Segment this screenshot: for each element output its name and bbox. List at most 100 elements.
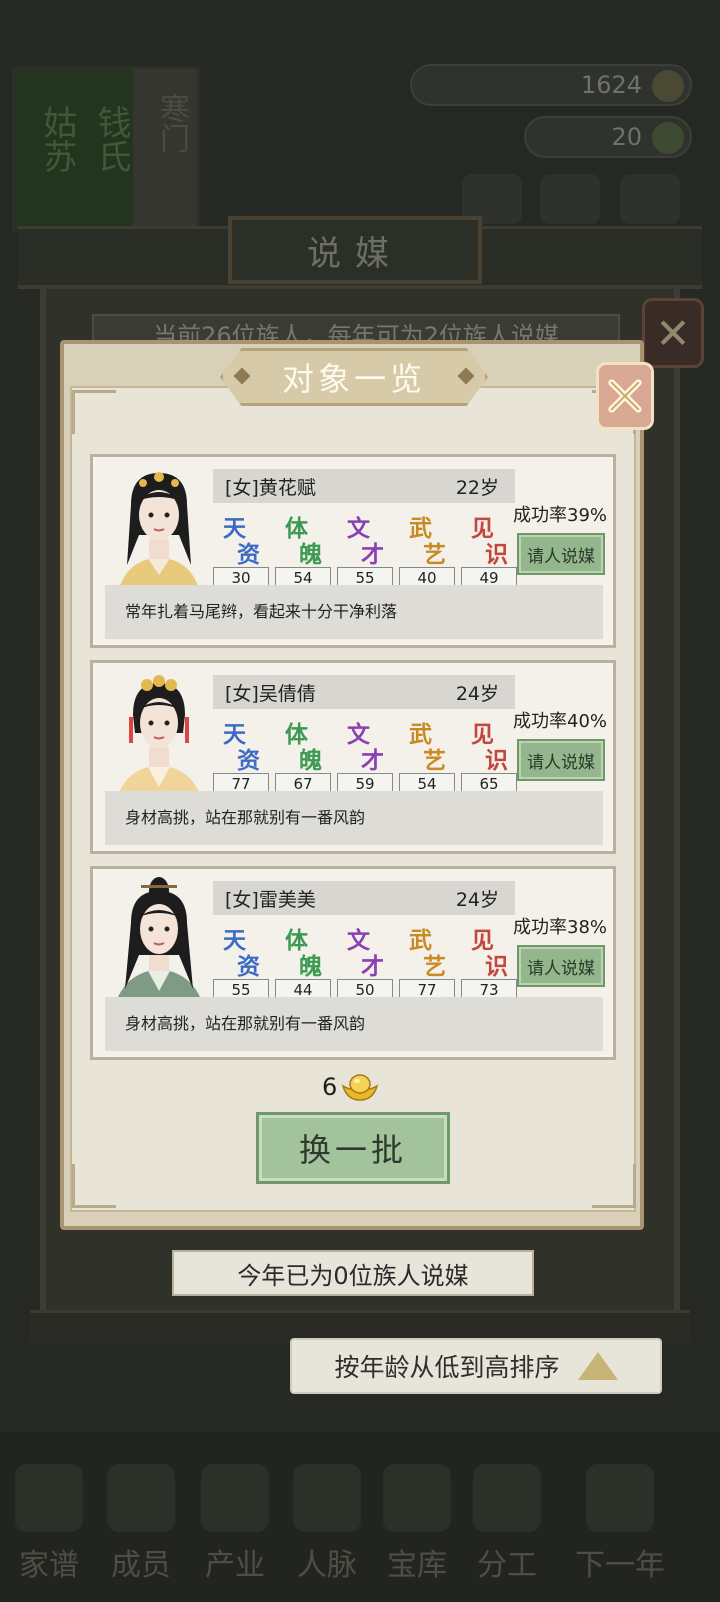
nav-property[interactable]: 产业 xyxy=(190,1464,280,1584)
nav-members-label: 成员 xyxy=(111,1548,171,1583)
stat-insight-label: 见识 xyxy=(471,515,508,568)
sort-ascending-icon xyxy=(577,1352,618,1380)
refresh-cost-value: 6 xyxy=(322,1073,338,1101)
nav-genealogy-label: 家谱 xyxy=(19,1548,79,1583)
genealogy-icon xyxy=(15,1464,83,1532)
candidate-card: [女]雷美美 24岁 天资 55 体魄 44 文才 50 武艺 77 见识 73… xyxy=(90,866,616,1060)
request-matchmaker-button[interactable]: 请人说媒 xyxy=(517,945,605,987)
stat-insight: 见识 49 xyxy=(461,509,517,587)
request-matchmaker-button[interactable]: 请人说媒 xyxy=(517,739,605,781)
refresh-cost: 6 xyxy=(322,1072,379,1102)
stat-literary-value: 59 xyxy=(337,773,393,793)
candidate-stats: 天资 30 体魄 54 文才 55 武艺 40 见识 49 xyxy=(213,509,517,587)
candidate-name: [女]黄花赋 xyxy=(225,476,316,499)
stat-martial-value: 54 xyxy=(399,773,455,793)
brush-icon[interactable] xyxy=(540,174,600,224)
candidate-description: 身材高挑，站在那就别有一番风韵 xyxy=(105,791,603,845)
candidate-card: [女]黄花赋 22岁 天资 30 体魄 54 文才 55 武艺 40 见识 49… xyxy=(90,454,616,648)
plaque-surname: 钱氏 xyxy=(91,105,131,173)
stat-talent-value: 30 xyxy=(213,567,269,587)
lantern-icon xyxy=(586,1464,654,1532)
gems-value: 1​624 xyxy=(580,71,642,99)
assignment-icon xyxy=(473,1464,541,1532)
candidate-name-bar: [女]黄花赋 22岁 xyxy=(213,469,515,503)
connections-icon xyxy=(293,1464,361,1532)
modal-title: 对象一览 xyxy=(220,348,488,406)
add-gold-icon[interactable] xyxy=(652,122,684,154)
refresh-batch-button[interactable]: 换一批 xyxy=(256,1112,450,1184)
request-matchmaker-button[interactable]: 请人说媒 xyxy=(517,533,605,575)
nav-treasury[interactable]: 宝库 xyxy=(372,1464,462,1584)
stat-insight-value: 73 xyxy=(461,979,517,999)
stat-literary-label: 文才 xyxy=(347,515,384,568)
stat-physique-value: 67 xyxy=(275,773,331,793)
stat-literary-label: 文才 xyxy=(347,721,384,774)
stat-talent-value: 55 xyxy=(213,979,269,999)
nav-next-year-label: 下一年 xyxy=(575,1548,665,1583)
gold-value: 20 xyxy=(611,123,642,151)
stat-martial: 武艺 40 xyxy=(399,509,455,587)
members-icon xyxy=(107,1464,175,1532)
stat-insight-value: 49 xyxy=(461,567,517,587)
stat-talent: 天资 77 xyxy=(213,715,269,793)
candidate-stats: 天资 77 体魄 67 文才 59 武艺 54 见识 65 xyxy=(213,715,517,793)
candidate-name-bar: [女]雷美美 24岁 xyxy=(213,881,515,915)
stat-talent-label: 天资 xyxy=(223,515,260,568)
gold-counter: 20 xyxy=(524,116,692,158)
stat-physique-value: 54 xyxy=(275,567,331,587)
nav-members[interactable]: 成员 xyxy=(96,1464,186,1584)
bottom-nav: 家谱 成员 产业 人脉 宝库 分工 下一年 xyxy=(0,1432,720,1602)
nav-genealogy[interactable]: 家谱 xyxy=(4,1464,94,1584)
stat-physique-label: 体魄 xyxy=(285,927,322,980)
candidate-age: 22岁 xyxy=(455,476,499,499)
stat-insight-label: 见识 xyxy=(471,721,508,774)
plaque-rank: 寒门 xyxy=(154,93,189,153)
matchmaking-title: 说媒 xyxy=(228,216,482,284)
stat-martial-label: 武艺 xyxy=(409,515,446,568)
nav-property-label: 产业 xyxy=(205,1548,265,1583)
candidate-portrait xyxy=(115,675,203,807)
success-rate: 成功率38% xyxy=(513,917,608,938)
candidate-age: 24岁 xyxy=(455,888,499,911)
stat-talent-label: 天资 xyxy=(223,927,260,980)
modal-close-button[interactable] xyxy=(596,362,654,430)
fret-corner-br xyxy=(592,1164,636,1208)
stat-talent: 天资 55 xyxy=(213,921,269,999)
stat-literary: 文才 59 xyxy=(337,715,393,793)
stat-talent-label: 天资 xyxy=(223,721,260,774)
stat-physique-label: 体魄 xyxy=(285,721,322,774)
stat-physique-label: 体魄 xyxy=(285,515,322,568)
fret-corner-tl xyxy=(72,390,116,434)
candidate-name: [女]吴倩倩 xyxy=(225,682,316,705)
candidate-portrait xyxy=(117,472,201,601)
nav-connections[interactable]: 人脉 xyxy=(282,1464,372,1584)
success-rate: 成功率39% xyxy=(513,505,608,526)
nav-assignment[interactable]: 分工 xyxy=(462,1464,552,1584)
property-icon xyxy=(201,1464,269,1532)
stat-literary-value: 55 xyxy=(337,567,393,587)
nav-assignment-label: 分工 xyxy=(477,1548,537,1583)
candidate-description: 常年扎着马尾辫，看起来十分干净利落 xyxy=(105,585,603,639)
stat-physique: 体魄 67 xyxy=(275,715,331,793)
treasury-icon xyxy=(383,1464,451,1532)
stat-martial: 武艺 54 xyxy=(399,715,455,793)
plaque-place: 姑苏 xyxy=(37,105,77,173)
coin-icon xyxy=(652,70,684,102)
gems-counter: 1​624 xyxy=(410,64,692,106)
candidate-card: [女]吴倩倩 24岁 天资 77 体魄 67 文才 59 武艺 54 见识 65… xyxy=(90,660,616,854)
close-icon xyxy=(608,379,642,413)
sort-by-age-button[interactable]: 按年龄从低到高排序 xyxy=(290,1338,662,1394)
close-icon: ✕ xyxy=(655,308,691,358)
candidate-age: 24岁 xyxy=(455,682,499,705)
stat-literary: 文才 55 xyxy=(337,509,393,587)
candidate-description: 身材高挑，站在那就别有一番风韵 xyxy=(105,997,603,1051)
sort-label: 按年龄从低到高排序 xyxy=(334,1353,560,1382)
stat-physique: 体魄 44 xyxy=(275,921,331,999)
outer-close-button[interactable]: ✕ xyxy=(642,298,704,368)
fret-corner-bl xyxy=(72,1164,116,1208)
stat-martial-label: 武艺 xyxy=(409,721,446,774)
nav-next-year[interactable]: 下一年 xyxy=(560,1464,680,1584)
globe-icon[interactable] xyxy=(620,174,680,224)
stat-martial-label: 武艺 xyxy=(409,927,446,980)
candidate-portrait xyxy=(113,877,205,1013)
